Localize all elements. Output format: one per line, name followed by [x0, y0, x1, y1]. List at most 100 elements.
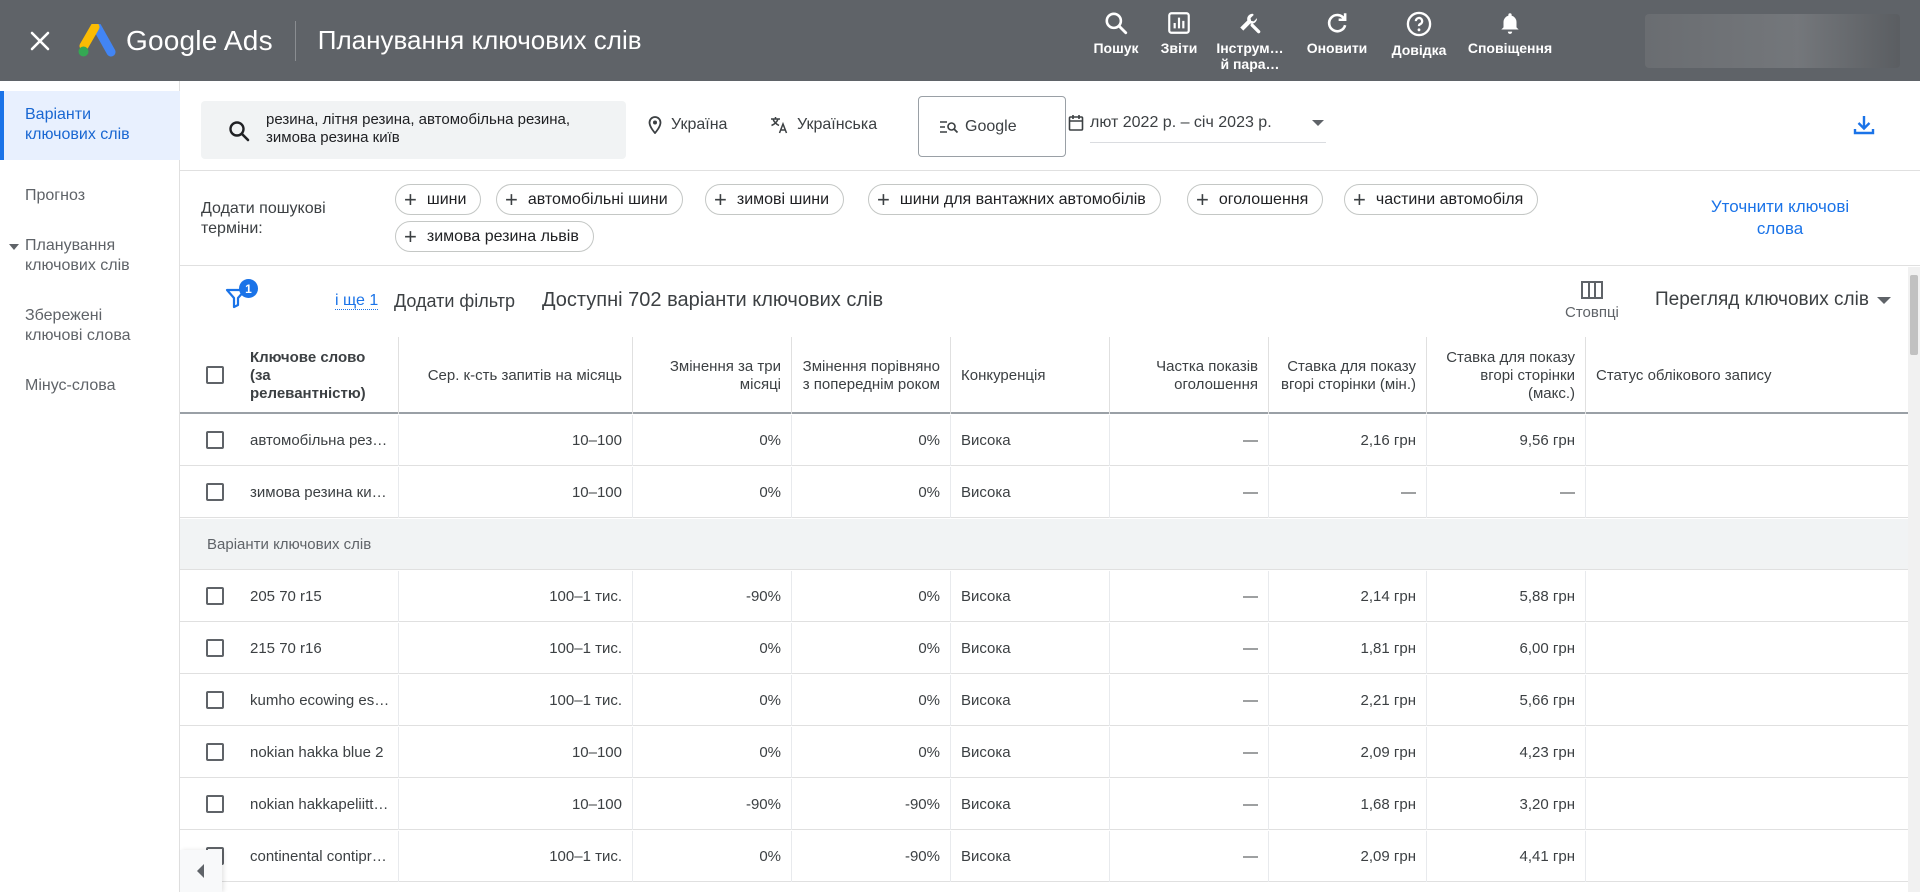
columns-button[interactable]: Стовпці [1565, 279, 1619, 321]
cell-top-bid-high: 6,00 грн [1427, 623, 1586, 674]
column-header-competition[interactable]: Конкуренція [951, 337, 1110, 414]
chip-add-term[interactable]: + оголошення [1187, 184, 1324, 215]
reports-tool-button[interactable]: Звіти [1149, 0, 1209, 81]
date-range-selector[interactable]: лют 2022 р. – січ 2023 р. [1068, 114, 1326, 143]
cell-yoy-change: -90% [792, 831, 951, 882]
help-tool-button[interactable]: Довідка [1379, 0, 1459, 81]
side-navigation: Варіанти ключових слів Прогноз Плануванн… [0, 81, 180, 892]
nav-item-keyword-ideas[interactable]: Варіанти ключових слів [0, 91, 180, 160]
row-checkbox[interactable] [206, 483, 224, 501]
chip-add-term[interactable]: + зимова резина львів [395, 221, 594, 252]
cell-account-status [1586, 675, 1908, 726]
chip-add-term[interactable]: + шини для вантажних автомобілів [868, 184, 1161, 215]
column-header-account-status[interactable]: Статус облікового запису [1586, 337, 1908, 414]
cell-yoy-change: -90% [792, 779, 951, 830]
close-button[interactable] [0, 0, 80, 81]
select-all-checkbox[interactable] [206, 366, 224, 384]
scroll-left-button[interactable] [180, 850, 222, 892]
nav-item-saved-keywords[interactable]: Збережені ключові слова [0, 306, 180, 346]
chip-label: зимові шини [736, 190, 830, 208]
column-header-three-month-change[interactable]: Змінення за три місяці [633, 337, 792, 414]
network-selector[interactable]: Google [918, 96, 1066, 157]
cell-top-bid-low: 1,68 грн [1269, 779, 1427, 830]
table-row[interactable]: 205 70 r15 100–1 тис. -90% 0% Висока —2,14 гр… [180, 571, 1908, 622]
search-tool-label: Пошук [1093, 40, 1139, 56]
table-row[interactable]: continental contipr… 100–1 тис. 0% -90% Висо… [180, 831, 1908, 882]
language-selector[interactable]: Українська [769, 116, 877, 134]
language-label: Українська [797, 116, 878, 133]
keyword-search-input[interactable]: резина, літня резина, автомобільна резин… [201, 101, 626, 159]
table-row[interactable]: 215 70 r16 100–1 тис. 0% 0% Висока —1,81 грн 6… [180, 623, 1908, 674]
cell-keyword: continental contipr… [240, 831, 399, 882]
column-header-keyword[interactable]: Ключове слово (за релевантністю) [240, 337, 399, 414]
row-checkbox[interactable] [206, 795, 224, 813]
chip-add-term[interactable]: + шини [395, 184, 482, 215]
column-header-yoy-change[interactable]: Змінення порівняно з попереднім роком [792, 337, 951, 414]
cell-yoy-change: 0% [792, 571, 951, 622]
chip-add-term[interactable]: + частини автомобіля [1344, 184, 1539, 215]
column-header-top-bid-high[interactable]: Ставка для показу вгорі сторінки (макс.) [1427, 337, 1586, 414]
table-row[interactable]: nokian hakkapeliitt… 10–100 -90% -90% Висока… [180, 779, 1908, 830]
column-header-label: Статус облікового запису [1596, 366, 1772, 384]
column-header-top-bid-low[interactable]: Ставка для показу вгорі сторінки (мін.) [1269, 337, 1427, 414]
toolbar-actions: Пошук Звіти Інструм… й пара… Оновити Дов… [1070, 0, 1561, 81]
table-row[interactable]: nokian hakka blue 2 10–100 0% 0% Висока —2,09… [180, 727, 1908, 778]
add-filter-button[interactable]: Додати фільтр [394, 291, 515, 312]
cell-account-status [1586, 623, 1908, 674]
cell-top-bid-high: 9,56 грн [1427, 415, 1586, 466]
row-checkbox[interactable] [206, 431, 224, 449]
chip-label: шини для вантажних автомобілів [899, 190, 1146, 208]
table-row[interactable]: зимова резина ки… 10–100 0% 0% Висока — — — [180, 467, 1908, 518]
column-header-avg-searches[interactable]: Сер. к-сть запитів на місяць [399, 337, 633, 414]
help-tool-label: Довідка [1391, 42, 1447, 58]
chip-label: зимова резина львів [426, 227, 579, 245]
chip-add-term[interactable]: + автомобільні шини [496, 184, 683, 215]
cell-top-bid-low: 2,16 грн [1269, 415, 1427, 466]
scrollbar-thumb[interactable] [1910, 275, 1918, 355]
cell-impression-share: — [1110, 571, 1269, 622]
location-label: Україна [671, 116, 728, 133]
search-tool-button[interactable]: Пошук [1083, 0, 1149, 81]
nav-item-forecast[interactable]: Прогноз [0, 186, 180, 206]
chip-add-term[interactable]: + зимові шини [705, 184, 845, 215]
reports-icon [1168, 12, 1190, 34]
top-app-bar: Google Ads Планування ключових слів Пошу… [0, 0, 1920, 81]
cell-keyword: kumho ecowing es… [240, 675, 399, 726]
cell-keyword: 205 70 r15 [240, 571, 399, 622]
expand-caret-icon[interactable] [9, 244, 19, 250]
vertical-scrollbar[interactable] [1908, 267, 1920, 892]
row-checkbox[interactable] [206, 691, 224, 709]
refine-keywords-link[interactable]: Уточнити ключові слова [1690, 196, 1870, 240]
table-row[interactable]: kumho ecowing es… 100–1 тис. 0% 0% Висока —2,… [180, 675, 1908, 726]
section-header-keyword-ideas: Варіанти ключових слів [180, 519, 1908, 570]
row-checkbox[interactable] [206, 743, 224, 761]
filter-count-badge: 1 [239, 279, 258, 298]
nav-item-label: Збережені ключові слова [25, 307, 131, 344]
cell-account-status [1586, 467, 1908, 518]
chevron-left-icon [197, 864, 204, 878]
cell-top-bid-low: 2,09 грн [1269, 727, 1427, 778]
account-switcher[interactable] [1645, 14, 1900, 68]
notifications-tool-label: Сповіщення [1467, 40, 1553, 56]
column-header-impression-share[interactable]: Частка показів оголошення [1110, 337, 1269, 414]
more-filters-link[interactable]: і ще 1 [335, 293, 379, 310]
google-ads-logo[interactable]: Google Ads [76, 23, 273, 58]
row-checkbox[interactable] [206, 587, 224, 605]
plus-icon: + [404, 223, 417, 249]
refresh-tool-button[interactable]: Оновити [1297, 0, 1377, 81]
table-row[interactable]: автомобільна рез… 10–100 0% 0% Висока —2,16 г… [180, 415, 1908, 466]
column-header-label: Змінення порівняно з попереднім роком [802, 357, 940, 393]
cell-yoy-change: 0% [792, 675, 951, 726]
nav-item-keyword-plans[interactable]: Планування ключових слів [0, 236, 180, 276]
nav-item-negative-keywords[interactable]: Мінус-слова [0, 376, 180, 396]
cell-yoy-change: 0% [792, 467, 951, 518]
download-button[interactable] [1852, 113, 1876, 142]
location-selector[interactable]: Україна [647, 116, 727, 134]
keyword-view-dropdown[interactable]: Перегляд ключових слів [1655, 289, 1891, 311]
notifications-tool-button[interactable]: Сповіщення [1459, 0, 1561, 81]
cell-top-bid-high: 4,23 грн [1427, 727, 1586, 778]
column-header-label: Сер. к-сть запитів на місяць [427, 366, 622, 384]
cell-keyword: зимова резина ки… [240, 467, 399, 518]
row-checkbox[interactable] [206, 639, 224, 657]
tools-settings-button[interactable]: Інструм… й пара… [1209, 0, 1291, 81]
